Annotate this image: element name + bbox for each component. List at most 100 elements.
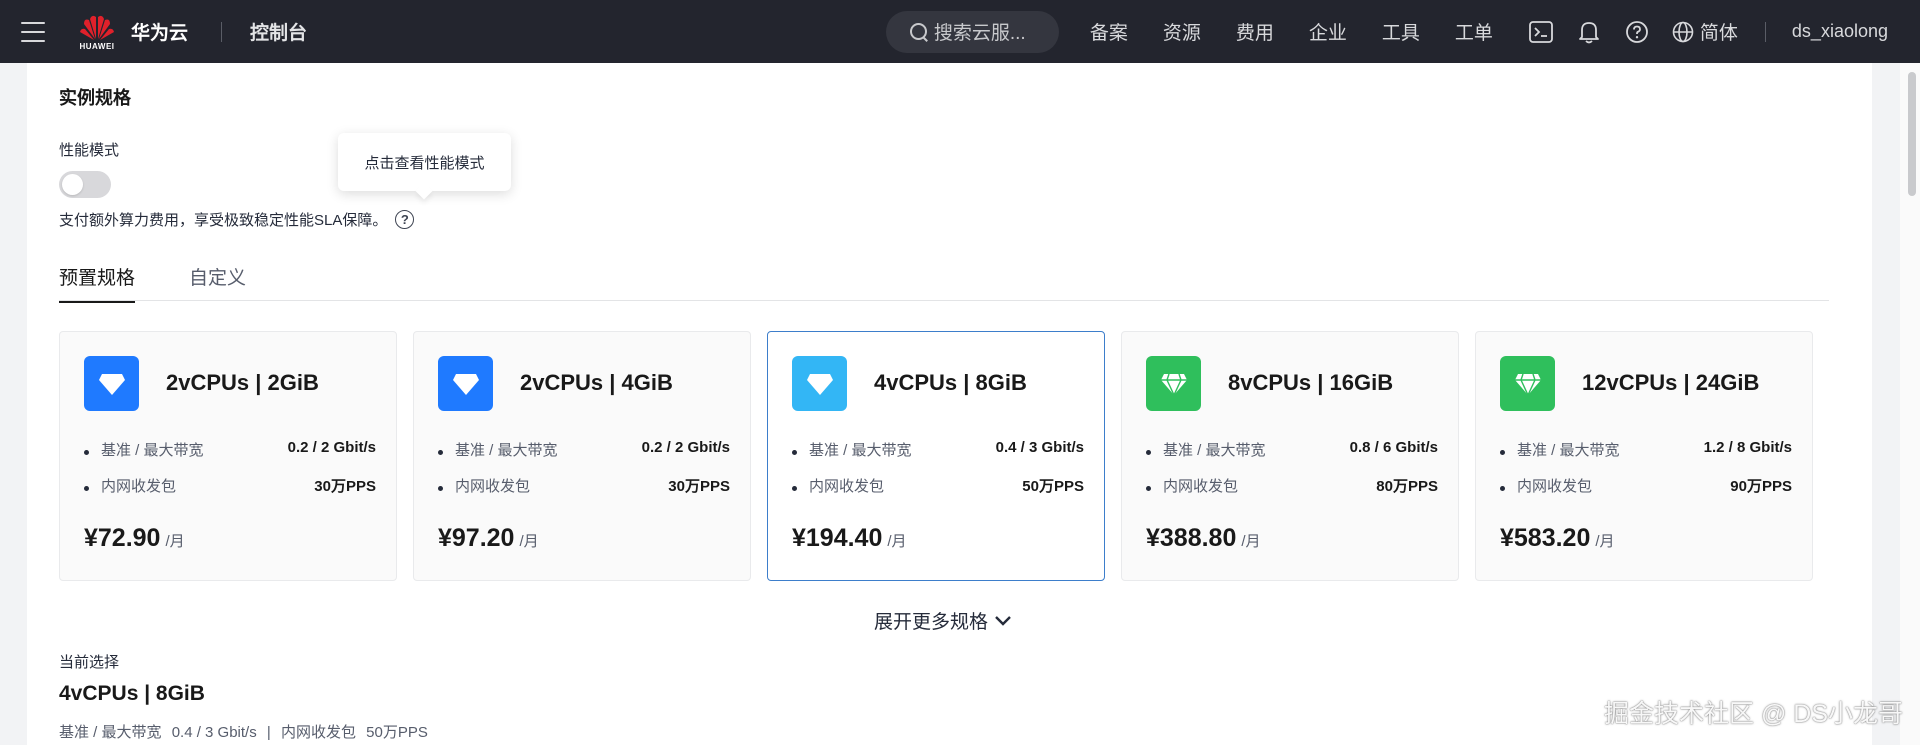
price-unit: /月 [519,533,539,550]
current-selection-detail: 基准 / 最大带宽 0.4 / 3 Gbit/s | 内网收发包 50万PPS [59,721,434,742]
pps-value: 80万PPS [1376,478,1438,495]
huawei-logo[interactable]: HUAWEI [77,13,117,51]
pps-value: 90万PPS [1730,478,1792,495]
console-link[interactable]: 控制台 [250,18,307,45]
current-selection-label: 当前选择 [59,654,120,671]
separator: | [266,724,271,741]
performance-mode-label: 性能模式 [59,142,120,159]
bandwidth-label: 基准 / 最大带宽 [84,439,204,460]
nav-link-filing[interactable]: 备案 [1090,18,1128,45]
price-unit: /月 [165,533,185,550]
spec-card[interactable]: 4vCPUs | 8GiB 基准 / 最大带宽 0.4 / 3 Gbit/s 内网… [767,331,1105,581]
bandwidth-row: 基准 / 最大带宽 0.2 / 2 Gbit/s [438,439,730,460]
pps-label: 内网收发包 [280,724,356,741]
performance-mode-description: 支付额外算力费用，享受极致稳定性能SLA保障。 ? [59,209,415,230]
search-input[interactable]: 搜索云服... [885,10,1059,53]
pps-label: 内网收发包 [84,475,176,496]
spec-name: 4vCPUs | 8GiB [874,370,1027,395]
price-unit: /月 [887,533,907,550]
expand-label: 展开更多规格 [874,612,989,633]
bandwidth-label: 基准 / 最大带宽 [438,439,558,460]
pps-label: 内网收发包 [1146,475,1238,496]
globe-icon [1672,21,1694,42]
huawei-flower-icon [80,15,114,40]
nav-link-enterprise[interactable]: 企业 [1309,18,1347,45]
description-text: 支付额外算力费用，享受极致稳定性能SLA保障。 [59,212,388,229]
scrollbar-thumb[interactable] [1908,72,1916,196]
bell-icon[interactable] [1576,19,1602,45]
price: ¥194.40/月 [792,524,907,553]
menu-icon[interactable] [21,21,45,42]
spec-card[interactable]: 2vCPUs | 4GiB 基准 / 最大带宽 0.2 / 2 Gbit/s 内网… [413,331,751,581]
bandwidth-row: 基准 / 最大带宽 0.2 / 2 Gbit/s [84,439,376,460]
spec-name: 2vCPUs | 4GiB [520,370,673,395]
brand-name[interactable]: 华为云 [131,18,188,45]
help-circle-icon[interactable] [1624,19,1650,45]
diamond-icon [438,356,493,411]
diamond-icon [792,356,847,411]
bandwidth-value: 0.4 / 3 Gbit/s [995,439,1084,456]
pps-value: 50万PPS [366,724,428,741]
performance-mode-toggle[interactable] [59,171,111,198]
logo-text: HUAWEI [79,41,115,51]
pps-value: 50万PPS [1022,478,1084,495]
spec-name: 2vCPUs | 2GiB [166,370,319,395]
divider [221,21,223,42]
bandwidth-row: 基准 / 最大带宽 0.4 / 3 Gbit/s [792,439,1084,460]
price-value: ¥194.40 [792,524,883,552]
price-value: ¥97.20 [438,524,515,552]
price: ¥583.20/月 [1500,524,1615,553]
pps-label: 内网收发包 [438,475,530,496]
gem-icon [1500,356,1555,411]
spec-name: 12vCPUs | 24GiB [1582,370,1760,395]
nav-link-tickets[interactable]: 工单 [1455,18,1493,45]
language-switcher[interactable]: 简体 [1672,18,1738,45]
search-icon [909,22,928,41]
watermark: 掘金技术社区 @ DS小龙哥 [1604,700,1903,728]
language-label: 简体 [1699,23,1738,44]
nav-right: 搜索云服... 备案 资源 费用 企业 工具 工单 简体 ds_xiaolong [885,0,1920,63]
search-placeholder: 搜索云服... [933,23,1026,44]
tooltip: 点击查看性能模式 [338,133,511,191]
top-navigation-bar: HUAWEI 华为云 控制台 搜索云服... 备案 资源 费用 企业 工具 工单… [0,0,1920,63]
expand-more-specs-button[interactable]: 展开更多规格 [874,607,1012,634]
diamond-icon [84,356,139,411]
bandwidth-value: 0.2 / 2 Gbit/s [641,439,730,456]
gem-icon [1146,356,1201,411]
bandwidth-label: 基准 / 最大带宽 [1500,439,1620,460]
help-icon[interactable]: ? [395,210,415,229]
price-unit: /月 [1241,533,1261,550]
pps-row: 内网收发包 30万PPS [84,475,376,496]
bandwidth-value: 0.8 / 6 Gbit/s [1349,439,1438,456]
tab-custom[interactable]: 自定义 [189,263,246,290]
pps-row: 内网收发包 50万PPS [792,475,1084,496]
bandwidth-row: 基准 / 最大带宽 1.2 / 8 Gbit/s [1500,439,1792,460]
price-value: ¥388.80 [1146,524,1237,552]
price-value: ¥583.20 [1500,524,1591,552]
bandwidth-value: 0.2 / 2 Gbit/s [287,439,376,456]
username[interactable]: ds_xiaolong [1792,21,1888,42]
chevron-down-icon [995,615,1011,626]
price: ¥388.80/月 [1146,524,1261,553]
bandwidth-value: 1.2 / 8 Gbit/s [1703,439,1792,456]
pps-row: 内网收发包 90万PPS [1500,475,1792,496]
nav-link-billing[interactable]: 费用 [1236,18,1274,45]
spec-card[interactable]: 12vCPUs | 24GiB 基准 / 最大带宽 1.2 / 8 Gbit/s … [1475,331,1813,581]
pps-label: 内网收发包 [792,475,884,496]
spec-tabs: 预置规格 自定义 [59,257,1829,303]
nav-link-tools[interactable]: 工具 [1382,18,1420,45]
pps-value: 30万PPS [668,478,730,495]
divider [1764,21,1766,42]
current-selection-name: 4vCPUs | 8GiB [59,682,205,705]
bandwidth-label: 基准 / 最大带宽 [792,439,912,460]
price-value: ¥72.90 [84,524,161,552]
nav-link-resources[interactable]: 资源 [1163,18,1201,45]
spec-card[interactable]: 8vCPUs | 16GiB 基准 / 最大带宽 0.8 / 6 Gbit/s 内… [1121,331,1459,581]
price-unit: /月 [1595,533,1615,550]
spec-card[interactable]: 2vCPUs | 2GiB 基准 / 最大带宽 0.2 / 2 Gbit/s 内网… [59,331,397,581]
tab-preset-specs[interactable]: 预置规格 [59,263,136,303]
section-title: 实例规格 [59,88,131,108]
pps-value: 30万PPS [314,478,376,495]
terminal-icon[interactable] [1528,19,1554,45]
bandwidth-label: 基准 / 最大带宽 [59,724,162,741]
